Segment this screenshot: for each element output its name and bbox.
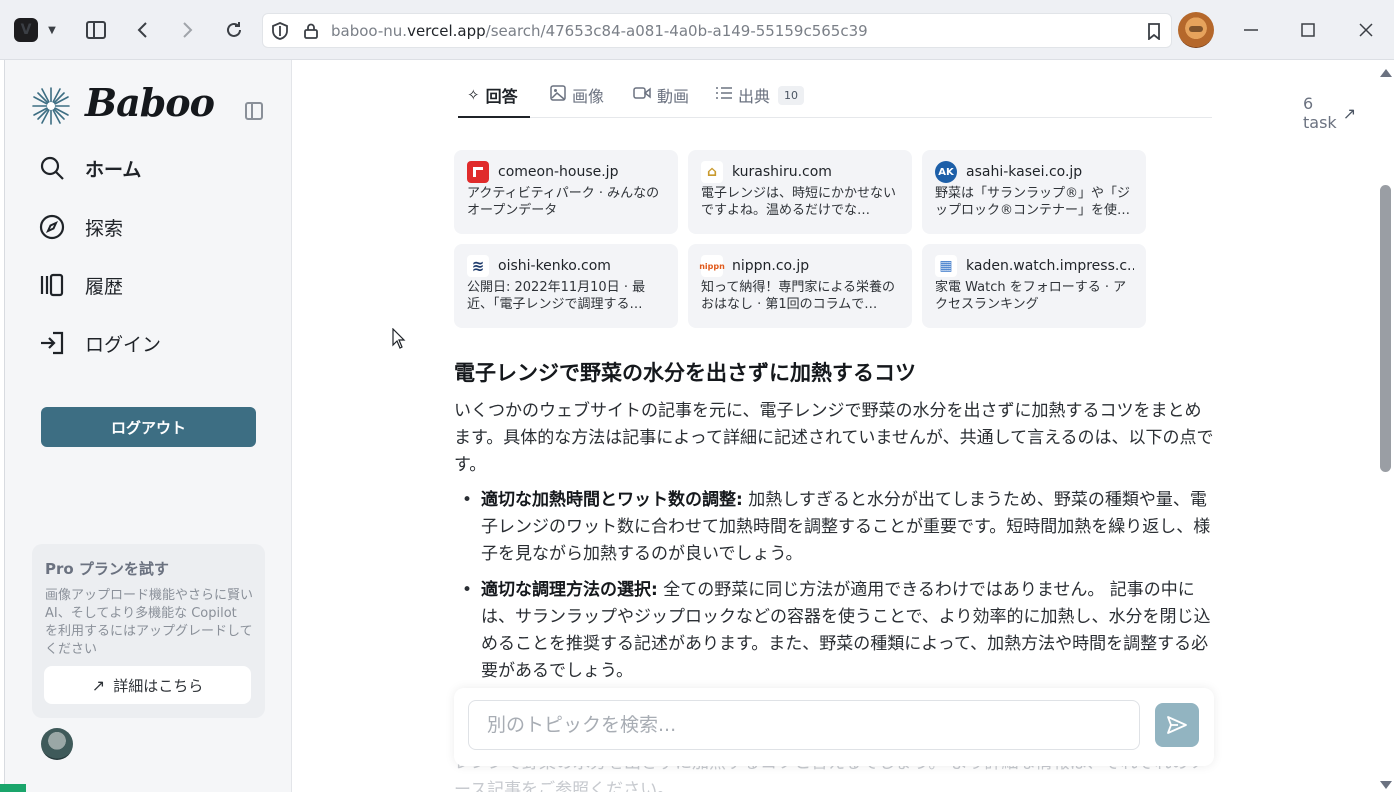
compass-icon	[37, 212, 67, 242]
source-domain: kaden.watch.impress.c...	[966, 258, 1134, 274]
image-icon	[550, 85, 566, 105]
sidebar-item-label: 履歴	[85, 275, 124, 298]
tab-label: 出典	[738, 87, 771, 106]
scroll-down-icon[interactable]	[1379, 776, 1393, 789]
sidebar-collapse-icon[interactable]	[245, 102, 263, 120]
answer-intro: いくつかのウェブサイトの記事を元に、電子レンジで野菜の水分を出さずに加熱するコツ…	[454, 401, 1214, 475]
source-snippet: 家電 Watch をフォローする · アクセスランキング	[935, 280, 1127, 312]
shield-icon[interactable]	[271, 22, 289, 40]
logo-text[interactable]: Baboo	[85, 80, 215, 125]
address-bar[interactable]: baboo-nu.vercel.app/search/47653c84-a081…	[262, 13, 1172, 48]
sidebar-item-history[interactable]: 履歴	[37, 267, 123, 303]
tab-images[interactable]: 画像	[550, 82, 604, 108]
bookmark-icon[interactable]	[1145, 21, 1163, 41]
followup-search-bar	[454, 688, 1214, 766]
sidebar-item-home[interactable]: ホーム	[37, 150, 141, 186]
source-card[interactable]: comeon-house.jp アクティビティパーク · みんなのオープンデータ	[454, 150, 678, 234]
source-card[interactable]: AK asahi-kasei.co.jp 野菜は「サランラップ®」や「ジップロッ…	[922, 150, 1146, 234]
forward-arrow-icon[interactable]	[176, 18, 200, 42]
point-heading: 適切な調理方法の選択:	[481, 580, 658, 600]
source-domain: oishi-kenko.com	[498, 258, 611, 274]
list-item: 適切な加熱時間とワット数の調整: 加熱しすぎると水分が出てしまうため、野菜の種類…	[454, 487, 1214, 568]
source-domain: asahi-kasei.co.jp	[966, 164, 1083, 180]
maximize-icon[interactable]	[1297, 18, 1319, 42]
source-card[interactable]: nippn nippn.co.jp 知って納得！専門家による栄養のおはなし · …	[688, 244, 912, 328]
task-link[interactable]: 6 task ↗	[1303, 94, 1356, 132]
pro-details-button[interactable]: ↗ 詳細はこちら	[44, 666, 251, 704]
url-text[interactable]: baboo-nu.vercel.app/search/47653c84-a081…	[331, 22, 868, 40]
source-snippet: 野菜は「サランラップ®」や「ジップロック®コンテナー」を使…	[935, 186, 1131, 218]
sidebar-item-login[interactable]: ログイン	[37, 325, 161, 361]
sidebar-item-label: 探索	[85, 217, 124, 240]
user-avatar[interactable]	[41, 728, 73, 760]
answer-points: 適切な加熱時間とワット数の調整: 加熱しすぎると水分が出てしまうため、野菜の種類…	[454, 487, 1214, 694]
pro-plan-card: Pro プランを試す 画像アップロード機能やさらに賢い AI、そしてより多機能な…	[32, 544, 265, 718]
search-icon	[37, 153, 67, 183]
profile-avatar[interactable]	[1178, 12, 1214, 48]
sparkle-icon: ✧	[467, 86, 480, 104]
logout-button[interactable]: ログアウト	[41, 407, 256, 447]
send-icon	[1167, 716, 1187, 734]
panel-toggle-icon[interactable]	[84, 18, 108, 42]
source-snippet: 電子レンジは、時短にかかせないですよね。温めるだけでな…	[701, 186, 897, 218]
login-icon	[37, 328, 67, 358]
sidebar-item-label: ホーム	[85, 158, 142, 181]
arrow-up-right-icon: ↗	[91, 675, 106, 695]
sidebar-item-label: ログイン	[85, 333, 162, 356]
favicon-icon: nippn	[699, 255, 725, 277]
pro-details-label: 詳細はこちら	[113, 676, 204, 695]
browser-toolbar: V ▼ baboo-nu.vercel.app/search/47653c84-…	[0, 0, 1394, 60]
result-tabs: ✧ 回答 画像 動画 出典 10 6 task ↗	[458, 72, 1356, 132]
baboo-logo-icon[interactable]	[31, 86, 71, 126]
scrollbar-thumb[interactable]	[1380, 185, 1391, 472]
favicon-icon: AK	[935, 161, 957, 183]
sidebar: Baboo ホーム 探索 履歴 ログイン ログアウト Pro プランを試す 画像…	[4, 60, 292, 792]
pro-plan-title: Pro プランを試す	[45, 560, 169, 578]
source-card[interactable]: ⌂ kurashiru.com 電子レンジは、時短にかかせないですよね。温めるだ…	[688, 150, 912, 234]
scroll-up-icon[interactable]	[1379, 64, 1393, 77]
favicon-icon: ⌂	[701, 161, 723, 183]
source-snippet: 公開日: 2022年11月10日 · 最近、「電子レンジで調理する…	[467, 280, 646, 312]
status-indicator	[0, 784, 26, 792]
source-card[interactable]: ≋ oishi-kenko.com 公開日: 2022年11月10日 · 最近、…	[454, 244, 678, 328]
mouse-cursor	[392, 327, 406, 350]
source-snippet: アクティビティパーク · みんなのオープンデータ	[467, 186, 660, 218]
source-snippet: 知って納得！専門家による栄養のおはなし · 第1回のコラムで…	[701, 280, 895, 312]
source-count-badge: 10	[778, 85, 805, 105]
source-domain: nippn.co.jp	[732, 258, 810, 274]
vivaldi-menu-icon[interactable]: V	[14, 18, 38, 42]
close-icon[interactable]	[1355, 18, 1377, 42]
search-input[interactable]	[468, 700, 1140, 750]
send-button[interactable]	[1155, 703, 1199, 747]
minimize-icon[interactable]	[1240, 18, 1262, 42]
active-tab-indicator	[458, 116, 530, 118]
favicon-icon: ▦	[935, 255, 957, 277]
source-domain: kurashiru.com	[732, 164, 832, 180]
list-item: 適切な調理方法の選択: 全ての野菜に同じ方法が適用できるわけではありません。 記…	[454, 577, 1214, 685]
back-arrow-icon[interactable]	[130, 18, 154, 42]
reload-icon[interactable]	[222, 18, 246, 42]
point-heading: 適切な加熱時間とワット数の調整:	[481, 490, 743, 510]
tab-sources[interactable]: 出典 10	[716, 82, 805, 108]
source-card[interactable]: ▦ kaden.watch.impress.c... 家電 Watch をフォロ…	[922, 244, 1146, 328]
favicon-icon: ≋	[467, 255, 489, 277]
answer-title: 電子レンジで野菜の水分を出さずに加熱するコツ	[454, 361, 916, 385]
tab-label: 回答	[485, 87, 518, 106]
pro-plan-description: 画像アップロード機能やさらに賢い AI、そしてより多機能な Copilot を利…	[45, 588, 254, 657]
tab-label: 画像	[572, 87, 605, 106]
history-icon	[37, 270, 67, 300]
arrow-up-right-icon: ↗	[1342, 103, 1357, 123]
lock-icon	[303, 22, 319, 40]
chevron-down-icon[interactable]: ▼	[44, 20, 60, 40]
main-content: ✧ 回答 画像 動画 出典 10 6 task ↗ comeon-house.j…	[292, 60, 1378, 792]
source-domain: comeon-house.jp	[498, 164, 619, 180]
sidebar-item-explore[interactable]: 探索	[37, 209, 123, 245]
list-icon	[716, 86, 732, 104]
favicon-icon	[467, 161, 489, 183]
tab-label: 動画	[657, 87, 690, 106]
tab-answer[interactable]: ✧ 回答	[467, 82, 518, 108]
tab-videos[interactable]: 動画	[633, 82, 689, 108]
task-link-label: 6 task	[1303, 94, 1337, 132]
video-icon	[633, 86, 651, 104]
